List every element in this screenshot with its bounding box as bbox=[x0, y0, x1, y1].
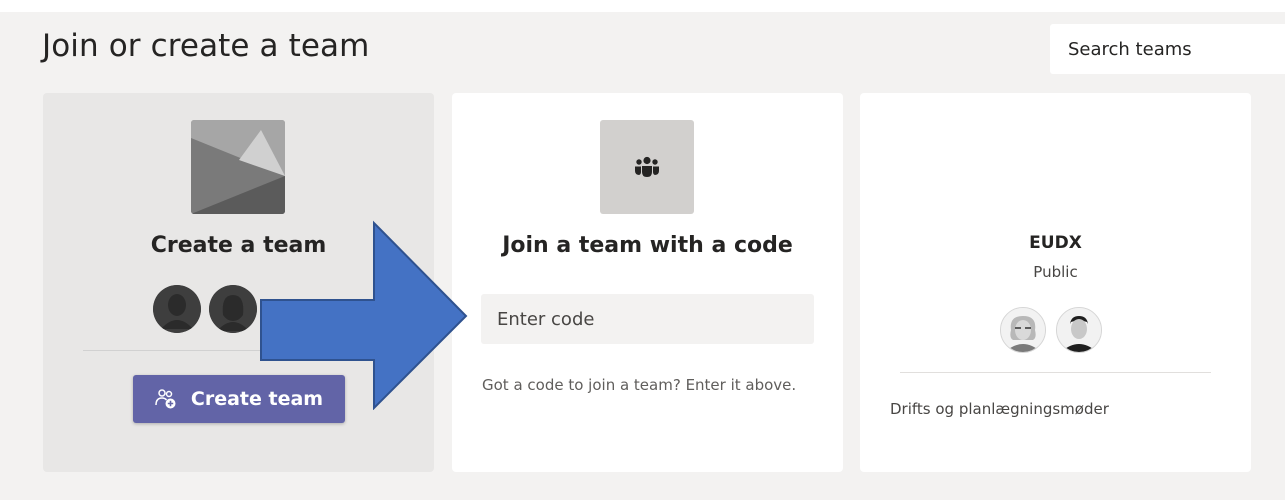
team-code-input[interactable] bbox=[481, 294, 814, 344]
team-visibility: Public bbox=[1033, 263, 1078, 281]
member-avatar bbox=[1000, 307, 1046, 353]
search-teams-input[interactable]: Search teams bbox=[1050, 24, 1285, 74]
page-title: Join or create a team bbox=[42, 28, 370, 64]
add-people-icon bbox=[155, 388, 177, 410]
landscape-placeholder-icon bbox=[191, 120, 285, 214]
people-group-icon bbox=[600, 120, 694, 214]
person-silhouette-icon bbox=[209, 285, 257, 333]
top-strip bbox=[0, 0, 1285, 12]
blue-right-arrow-annotation bbox=[260, 220, 468, 410]
team-card-divider bbox=[900, 372, 1211, 373]
team-description: Drifts og planlægningsmøder bbox=[890, 400, 1109, 418]
join-team-card: Join a team with a code Got a code to jo… bbox=[452, 93, 843, 472]
avatar-placeholder-row bbox=[153, 285, 265, 333]
search-placeholder: Search teams bbox=[1068, 38, 1192, 60]
person-silhouette-icon bbox=[153, 285, 201, 333]
team-name: EUDX bbox=[1029, 233, 1082, 253]
team-member-avatars bbox=[1000, 307, 1112, 353]
join-team-title: Join a team with a code bbox=[502, 233, 793, 258]
member-avatar bbox=[1056, 307, 1102, 353]
team-card-eudx[interactable]: EUDX Public Drifts og planlægningsmøder bbox=[860, 93, 1251, 472]
join-hint-text: Got a code to join a team? Enter it abov… bbox=[482, 376, 797, 394]
